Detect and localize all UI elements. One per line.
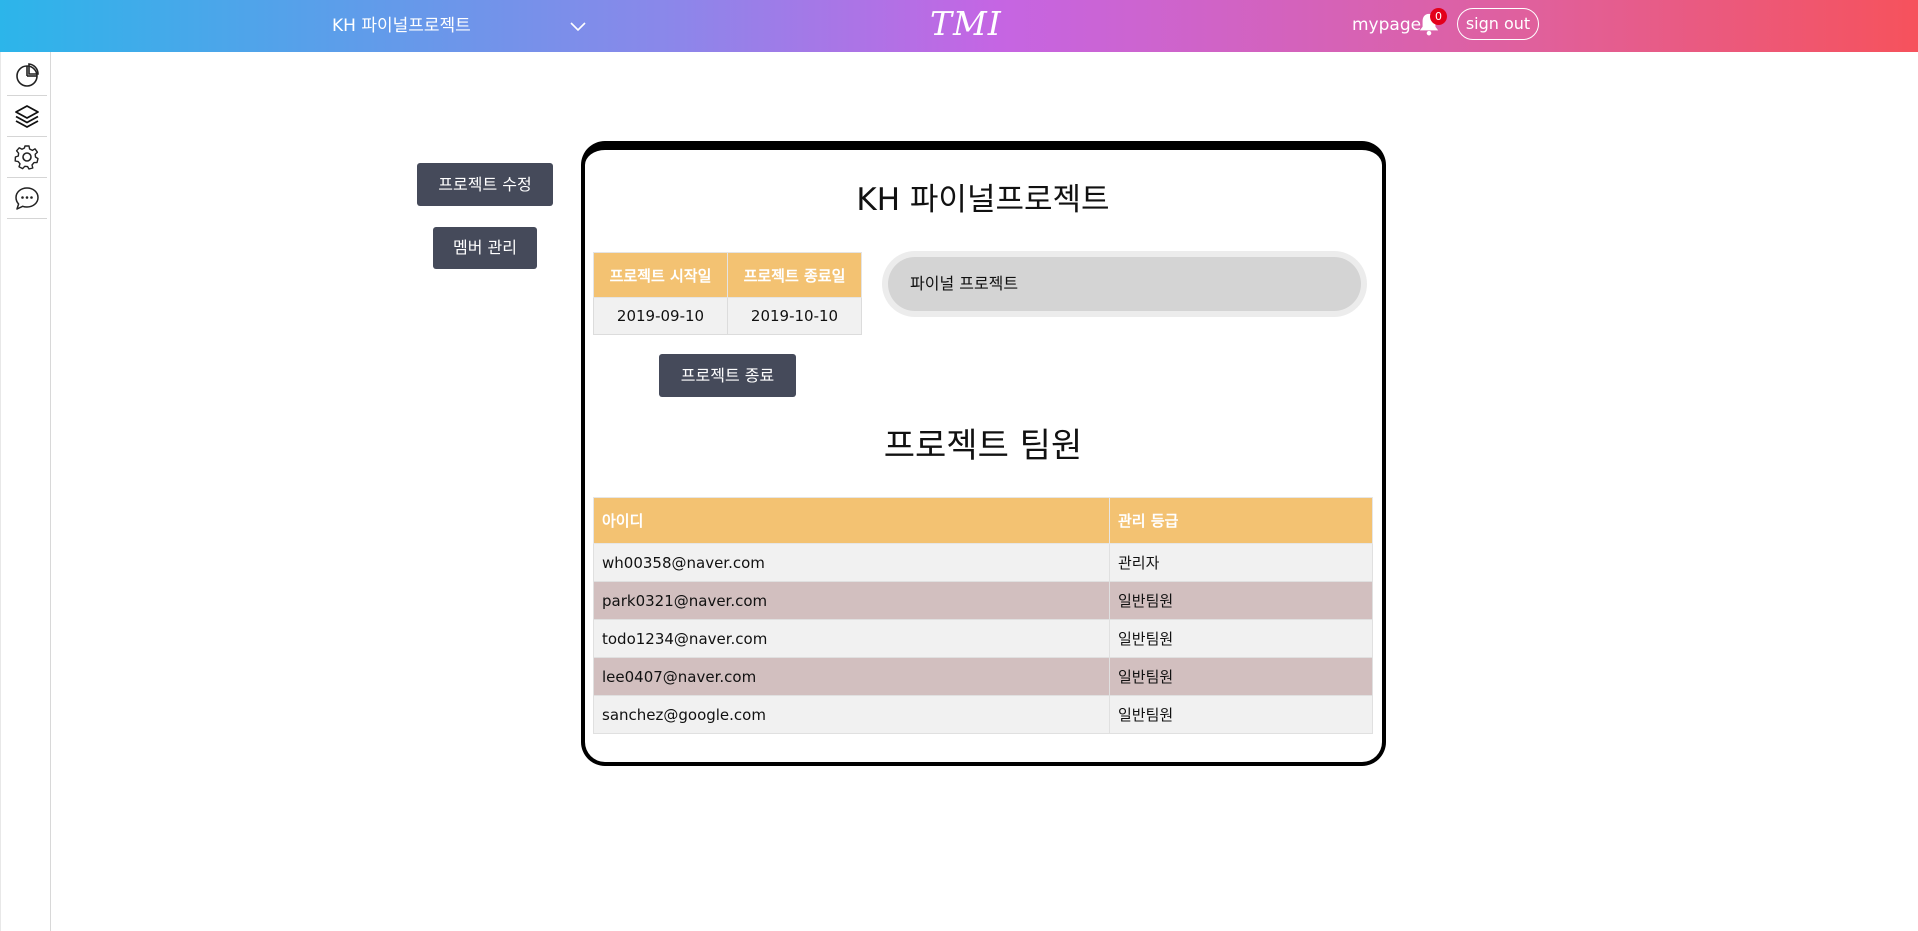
project-description-box: 파이널 프로젝트 — [882, 251, 1367, 317]
project-selector-label: KH 파이널프로젝트 — [332, 16, 471, 36]
start-date-header: 프로젝트 시작일 — [593, 252, 728, 298]
sidebar-item-dashboard[interactable] — [7, 55, 47, 96]
member-grade: 일반팀원 — [1109, 581, 1373, 620]
app-logo[interactable]: TMI — [930, 2, 1001, 46]
member-grade: 관리자 — [1109, 543, 1373, 582]
end-date-header: 프로젝트 종료일 — [727, 252, 862, 298]
member-id: todo1234@naver.com — [593, 619, 1110, 658]
layers-icon — [15, 105, 39, 128]
chat-bubble-icon — [15, 187, 39, 210]
sidebar-item-projects[interactable] — [7, 96, 47, 137]
start-date-value: 2019-09-10 — [593, 297, 728, 335]
members-table: 아이디 관리 등급 wh00358@naver.com 관리자 park0321… — [593, 497, 1373, 734]
end-project-button[interactable]: 프로젝트 종료 — [659, 354, 796, 397]
end-date-value: 2019-10-10 — [727, 297, 862, 335]
project-selector[interactable]: KH 파이널프로젝트 — [332, 13, 588, 39]
table-row: sanchez@google.com 일반팀원 — [593, 695, 1373, 734]
project-title: KH 파이널프로젝트 — [856, 182, 1110, 218]
edit-project-button[interactable]: 프로젝트 수정 — [417, 163, 553, 206]
notification-badge: 0 — [1430, 8, 1447, 25]
member-id: sanchez@google.com — [593, 695, 1110, 734]
table-row: park0321@naver.com 일반팀원 — [593, 581, 1373, 620]
sidebar-item-chat[interactable] — [7, 178, 47, 219]
member-grade: 일반팀원 — [1109, 619, 1373, 658]
member-id: wh00358@naver.com — [593, 543, 1110, 582]
member-grade: 일반팀원 — [1109, 695, 1373, 734]
project-description: 파이널 프로젝트 — [888, 257, 1361, 311]
member-id: park0321@naver.com — [593, 581, 1110, 620]
mypage-link[interactable]: mypage — [1352, 13, 1421, 37]
table-row: wh00358@naver.com 관리자 — [593, 543, 1373, 582]
sidebar — [0, 52, 51, 931]
sidebar-item-settings[interactable] — [7, 137, 47, 178]
manage-members-button[interactable]: 멤버 관리 — [433, 227, 537, 269]
pie-chart-icon — [16, 63, 39, 87]
table-row: todo1234@naver.com 일반팀원 — [593, 619, 1373, 658]
chevron-down-icon — [570, 22, 586, 32]
members-title: 프로젝트 팀원 — [883, 426, 1083, 466]
top-navigation-bar: KH 파이널프로젝트 TMI mypage 0 sign out — [0, 0, 1918, 52]
gear-icon — [14, 145, 39, 170]
member-grade: 일반팀원 — [1109, 657, 1373, 696]
table-row: lee0407@naver.com 일반팀원 — [593, 657, 1373, 696]
project-dates-table: 프로젝트 시작일 프로젝트 종료일 2019-09-10 2019-10-10 — [593, 252, 862, 335]
sign-out-button[interactable]: sign out — [1457, 8, 1539, 40]
member-id: lee0407@naver.com — [593, 657, 1110, 696]
column-header-grade: 관리 등급 — [1109, 497, 1373, 544]
column-header-id: 아이디 — [593, 497, 1110, 544]
